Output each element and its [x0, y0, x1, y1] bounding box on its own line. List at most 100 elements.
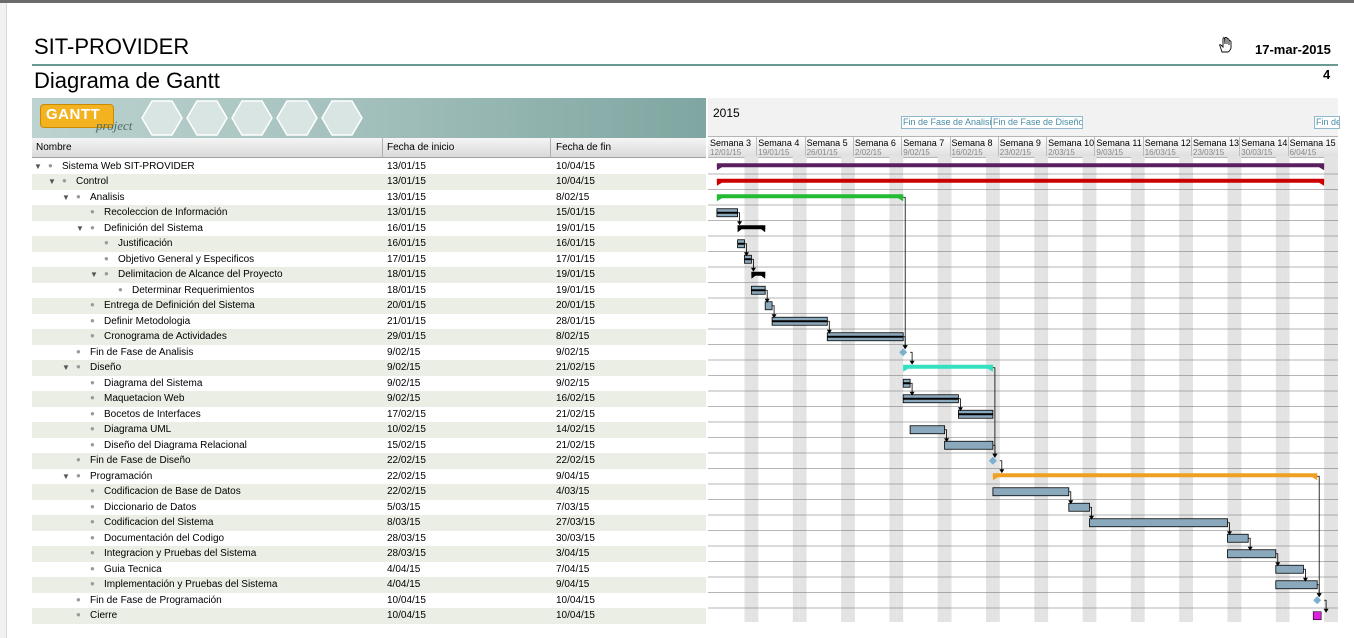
task-progress [737, 242, 745, 245]
task-row[interactable]: ● Integracion y Pruebas del Sistema 28/03/… [32, 546, 706, 562]
task-row[interactable]: ▼ ● Analisis 13/01/15 8/02/15 [32, 190, 706, 206]
task-start-date: 22/02/15 [387, 470, 426, 482]
task-bar [1068, 502, 1090, 512]
task-row[interactable]: ● Objetivo General y Especificos 17/01/15 1… [32, 252, 706, 268]
task-bar [909, 425, 946, 435]
task-name[interactable]: Fin de Fase de Programación [90, 595, 222, 606]
task-row[interactable]: ● Fin de Fase de Diseño 22/02/15 22/02/15 [32, 453, 706, 469]
column-end-header[interactable]: Fecha de fin [556, 142, 611, 153]
task-name[interactable]: Definir Metodologia [104, 316, 190, 327]
task-row[interactable]: ● Definir Metodologia 21/01/15 28/01/15 [32, 314, 706, 330]
task-row[interactable]: ● Fin de Fase de Programación 10/04/15 10/0… [32, 593, 706, 609]
task-row[interactable]: ● Guia Tecnica 4/04/15 7/04/15 [32, 562, 706, 578]
task-end-date: 21/02/15 [556, 362, 595, 373]
collapse-toggle-icon[interactable]: ▼ [90, 270, 98, 279]
collapse-toggle-icon[interactable]: ▼ [62, 363, 70, 372]
task-name[interactable]: Diccionario de Datos [104, 502, 196, 513]
task-row[interactable]: ● Bocetos de Interfaces 17/02/15 21/02/15 [32, 407, 706, 423]
collapse-toggle-icon[interactable]: ▼ [34, 162, 42, 171]
task-name[interactable]: Sistema Web SIT-PROVIDER [62, 161, 195, 172]
task-row[interactable]: ▼ ● Sistema Web SIT-PROVIDER 13/01/15 10/04/… [32, 159, 706, 175]
task-name[interactable]: Documentación del Codigo [104, 533, 224, 544]
task-row[interactable]: ● Justificación 16/01/15 16/01/15 [32, 236, 706, 252]
task-name[interactable]: Maquetacion Web [104, 393, 184, 404]
task-name[interactable]: Delimitacion de Alcance del Proyecto [118, 269, 283, 280]
task-name[interactable]: Determinar Requerimientos [132, 285, 254, 296]
task-start-date: 17/01/15 [387, 253, 426, 265]
task-start-date: 9/02/15 [387, 377, 421, 389]
task-bullet-icon: ● [90, 517, 95, 526]
task-row[interactable]: ● Diccionario de Datos 5/03/15 7/03/15 [32, 500, 706, 516]
task-name[interactable]: Justificación [118, 238, 172, 249]
task-row[interactable]: ● Diagrama del Sistema 9/02/15 9/02/15 [32, 376, 706, 392]
task-row[interactable]: ● Codificacion de Base de Datos 22/02/15 4/… [32, 484, 706, 500]
task-name[interactable]: Entrega de Definición del Sistema [104, 300, 255, 311]
task-progress [827, 335, 904, 338]
column-start-header[interactable]: Fecha de inicio [387, 142, 454, 153]
task-row[interactable]: ● Maquetacion Web 9/02/15 16/02/15 [32, 391, 706, 407]
dependency-arrow [903, 196, 906, 348]
collapse-toggle-icon[interactable]: ▼ [48, 177, 56, 186]
task-row[interactable]: ▼ ● Definición del Sistema 16/01/15 19/01/15 [32, 221, 706, 237]
collapse-toggle-icon[interactable]: ▼ [62, 193, 70, 202]
task-end-date: 17/01/15 [556, 253, 595, 265]
task-row[interactable]: ● Recoleccion de Información 13/01/15 15/01… [32, 205, 706, 221]
task-name[interactable]: Programación [90, 471, 152, 482]
collapse-toggle-icon[interactable]: ▼ [76, 224, 84, 233]
task-bullet-icon: ● [76, 470, 81, 480]
task-name[interactable]: Bocetos de Interfaces [104, 409, 201, 420]
task-end-date: 15/01/15 [556, 207, 595, 218]
weekend-column [1034, 156, 1042, 622]
column-separator[interactable] [550, 138, 551, 157]
task-name[interactable]: Control [76, 176, 108, 187]
task-name[interactable]: Diagrama UML [104, 424, 171, 435]
weekend-column [1275, 156, 1283, 622]
task-end-date: 30/03/15 [556, 532, 595, 544]
page-number: 4 [1323, 67, 1331, 82]
weekend-column [848, 156, 855, 622]
task-end-date: 10/04/15 [556, 594, 595, 606]
task-name[interactable]: Recoleccion de Información [104, 207, 227, 218]
task-row[interactable]: ● Cierre 10/04/15 10/04/15 [32, 608, 706, 624]
task-name[interactable]: Diseño del Diagrama Relacional [104, 440, 247, 451]
task-name[interactable]: Cronograma de Actividades [104, 331, 227, 342]
task-name[interactable]: Definición del Sistema [104, 223, 203, 234]
weekend-column [992, 156, 1000, 622]
task-row[interactable]: ● Determinar Requerimientos 18/01/15 19/01/… [32, 283, 706, 299]
task-start-date: 5/03/15 [387, 501, 421, 513]
task-name[interactable]: Objetivo General y Especificos [118, 254, 254, 265]
task-row[interactable]: ● Implementación y Pruebas del Sistema 4/0… [32, 577, 706, 593]
task-bullet-icon: ● [90, 377, 95, 387]
task-row[interactable]: ● Cronograma de Actividades 29/01/15 8/02/1… [32, 329, 706, 345]
task-row[interactable]: ● Codificacion del Sistema 8/03/15 27/03/15 [32, 515, 706, 531]
dependency-arrowhead [909, 360, 915, 365]
task-name[interactable]: Codificacion de Base de Datos [104, 486, 241, 497]
task-end-date: 10/04/15 [556, 610, 595, 621]
task-progress [772, 320, 828, 323]
task-name[interactable]: Fin de Fase de Analisis [90, 347, 193, 358]
task-name[interactable]: Cierre [90, 610, 117, 621]
task-name[interactable]: Diagrama del Sistema [104, 378, 202, 389]
task-row[interactable]: ▼ ● Control 13/01/15 10/04/15 [32, 174, 706, 190]
task-name[interactable]: Analisis [90, 192, 124, 203]
task-start-date: 28/03/15 [387, 532, 426, 544]
weekend-column [1282, 156, 1290, 622]
task-row[interactable]: ● Diseño del Diagrama Relacional 15/02/15 2… [32, 438, 706, 454]
task-row[interactable]: ▼ ● Diseño 9/02/15 21/02/15 [32, 360, 706, 376]
column-separator[interactable] [382, 138, 383, 157]
task-name[interactable]: Codificacion del Sistema [104, 517, 214, 528]
column-name-header[interactable]: Nombre [36, 142, 72, 153]
task-row[interactable]: ▼ ● Programación 22/02/15 9/04/15 [32, 469, 706, 485]
task-row[interactable]: ● Entrega de Definición del Sistema 20/01/… [32, 298, 706, 314]
task-name[interactable]: Diseño [90, 362, 121, 373]
task-row[interactable]: ● Diagrama UML 10/02/15 14/02/15 [32, 422, 706, 438]
task-name[interactable]: Fin de Fase de Diseño [90, 455, 191, 466]
task-name[interactable]: Integracion y Pruebas del Sistema [104, 548, 256, 559]
task-name[interactable]: Implementación y Pruebas del Sistema [104, 579, 277, 590]
task-row[interactable]: ● Documentación del Codigo 28/03/15 30/03/1… [32, 531, 706, 547]
task-end-date: 21/02/15 [556, 408, 595, 420]
task-name[interactable]: Guia Tecnica [104, 564, 162, 575]
collapse-toggle-icon[interactable]: ▼ [62, 472, 70, 481]
task-row[interactable]: ▼ ● Delimitacion de Alcance del Proyecto 18… [32, 267, 706, 283]
task-row[interactable]: ● Fin de Fase de Analisis 9/02/15 9/02/15 [32, 345, 706, 361]
